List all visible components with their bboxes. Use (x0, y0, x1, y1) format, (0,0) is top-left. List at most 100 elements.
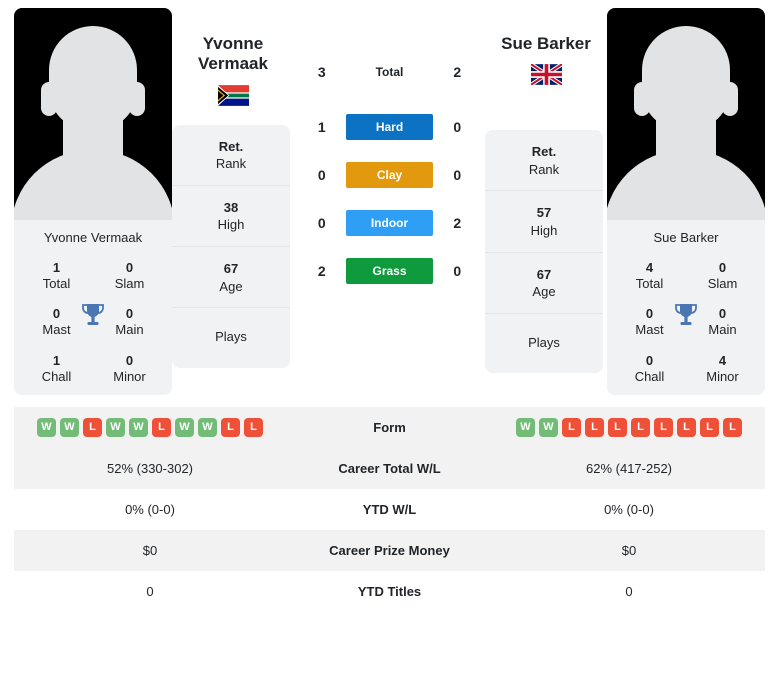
left-titles-minor-label: Minor (113, 368, 146, 384)
row-label-career-prize-money: Career Prize Money (286, 530, 493, 572)
right-titles-minor-value: 4 (718, 352, 727, 368)
left-titles-chall: 1 Chall (20, 353, 93, 386)
right-high-label: High (530, 223, 558, 239)
h2h-hard-left-score: 1 (317, 119, 326, 135)
right-form-cell: W W L L L L L L L L (493, 407, 765, 449)
right-plays-label: Plays (528, 334, 560, 350)
form-badge-loss: L (152, 418, 171, 438)
surface-badge-indoor[interactable]: Indoor (345, 210, 434, 236)
right-rank-cell-rank: Ret. Rank (485, 130, 603, 192)
right-titles-slam: 0 Slam (686, 260, 759, 293)
h2h-clay-left-score: 0 (317, 167, 326, 183)
right-titles-minor-label: Minor (706, 368, 739, 384)
right-ytd-wl: 0% (0-0) (604, 502, 654, 518)
form-badge-loss: L (221, 418, 240, 438)
surface-badge-hard[interactable]: Hard (345, 114, 434, 140)
left-player-photo-card[interactable]: Yvonne Vermaak 1 Total 0 Slam 0 Mast 0 M… (14, 8, 172, 396)
left-player-name-line1: Yvonne (202, 34, 264, 53)
form-badge-loss: L (244, 418, 263, 438)
avatar-silhouette-body (607, 150, 765, 220)
left-player-photo-caption: Yvonne Vermaak (43, 230, 143, 245)
left-plays-cell: Plays (172, 308, 290, 368)
avatar-silhouette-ear-left (634, 82, 650, 116)
h2h-clay-right-score: 0 (453, 167, 462, 183)
right-titles-slam-label: Slam (707, 275, 738, 291)
left-player-rank-card: Ret. Rank 38 High 67 Age Plays (172, 124, 290, 368)
left-rank-label: Rank (215, 156, 247, 172)
left-titles-slam-label: Slam (114, 275, 145, 291)
left-form-badges: W W L W W L W W L L (15, 418, 285, 438)
left-career-prize-money: $0 (14, 530, 286, 572)
h2h-indoor-right-score: 2 (453, 215, 462, 231)
left-age-label: Age (219, 278, 243, 294)
right-player-name-block: Sue Barker (485, 8, 607, 90)
row-label-career-total-wl: Career Total W/L (286, 448, 493, 490)
united-kingdom-flag-icon (529, 62, 563, 90)
left-form-cell: W W L W W L W W L L (14, 407, 286, 449)
h2h-total-left-score: 3 (317, 64, 326, 80)
right-player-photo-card[interactable]: Sue Barker 4 Total 0 Slam 0 Mast 0 Main (607, 8, 765, 396)
left-plays-label: Plays (215, 329, 247, 345)
surface-badge-clay[interactable]: Clay (345, 162, 434, 188)
left-player-titles-grid: 1 Total 0 Slam 0 Mast 0 Main 1 Chall 0 M… (14, 250, 172, 388)
right-ytd-titles: 0 (625, 584, 633, 600)
form-badge-win: W (37, 418, 56, 438)
left-titles-minor: 0 Minor (93, 353, 166, 386)
form-badge-loss: L (654, 418, 673, 438)
left-rank-cell-rank: Ret. Rank (172, 125, 290, 186)
right-age-cell: 67 Age (485, 253, 603, 314)
left-player-name-block: Yvonne Vermaak (172, 8, 294, 111)
right-high-cell: 57 High (485, 191, 603, 253)
right-player-name-line1: Sue Barker (501, 34, 591, 53)
avatar-silhouette-ear-left (41, 82, 57, 116)
h2h-row-grass: 2 Grass 0 (298, 258, 481, 284)
right-player-rank-card: Ret. Rank 57 High 67 Age Plays (485, 130, 603, 374)
form-badge-win: W (198, 418, 217, 438)
right-age-label: Age (532, 284, 556, 300)
h2h-total-right-score: 2 (453, 64, 462, 80)
h2h-grass-left-score: 2 (317, 263, 326, 279)
form-badge-loss: L (677, 418, 696, 438)
right-player-photo-caption: Sue Barker (653, 230, 719, 245)
right-age-value: 67 (536, 266, 552, 282)
form-badge-loss: L (723, 418, 742, 438)
trophy-icon (80, 302, 106, 330)
right-titles-chall: 0 Chall (613, 353, 686, 386)
surface-badge-grass[interactable]: Grass (345, 258, 434, 284)
form-badge-win: W (60, 418, 79, 438)
left-high-label: High (217, 217, 245, 233)
avatar-silhouette-ear-right (722, 82, 738, 116)
table-row-career-total-wl: 52% (330-302) Career Total W/L 62% (417-… (14, 448, 765, 490)
h2h-row-indoor: 0 Indoor 2 (298, 210, 481, 236)
left-titles-slam-value: 0 (125, 259, 134, 275)
left-high-cell: 38 High (172, 186, 290, 247)
row-label-ytd-wl: YTD W/L (362, 502, 417, 518)
career-stats-table: W W L W W L W W L L Form W W L L L L L L… (14, 407, 765, 612)
head-to-head-column: 3 Total 2 1 Hard 0 0 Clay 0 0 Indoor 2 2 (294, 8, 485, 306)
form-badge-win: W (539, 418, 558, 438)
left-player-avatar (14, 8, 172, 220)
right-player-avatar (607, 8, 765, 220)
h2h-hard-right-score: 0 (453, 119, 462, 135)
right-titles-minor: 4 Minor (686, 353, 759, 386)
left-ytd-titles: 0 (146, 584, 154, 600)
left-titles-total: 1 Total (20, 260, 93, 293)
right-titles-chall-label: Chall (634, 368, 665, 384)
h2h-indoor-left-score: 0 (317, 215, 326, 231)
left-titles-chall-label: Chall (41, 368, 72, 384)
row-label-ytd-titles: YTD Titles (357, 584, 422, 600)
right-rank-value: Ret. (531, 144, 557, 160)
avatar-silhouette-body (14, 150, 172, 220)
form-badge-loss: L (562, 418, 581, 438)
right-titles-total-label: Total (635, 275, 664, 291)
right-career-prize-money: $0 (493, 530, 765, 572)
left-titles-total-label: Total (42, 275, 71, 291)
right-high-value: 57 (536, 205, 552, 221)
h2h-grass-right-score: 0 (453, 263, 462, 279)
left-rank-value: Ret. (218, 138, 244, 154)
table-row-form: W W L W W L W W L L Form W W L L L L L L… (14, 407, 765, 449)
right-form-badges: W W L L L L L L L L (494, 418, 764, 438)
form-badge-loss: L (631, 418, 650, 438)
left-player-name-line2: Vermaak (198, 54, 268, 74)
comparison-header: Yvonne Vermaak 1 Total 0 Slam 0 Mast 0 M… (0, 0, 779, 396)
